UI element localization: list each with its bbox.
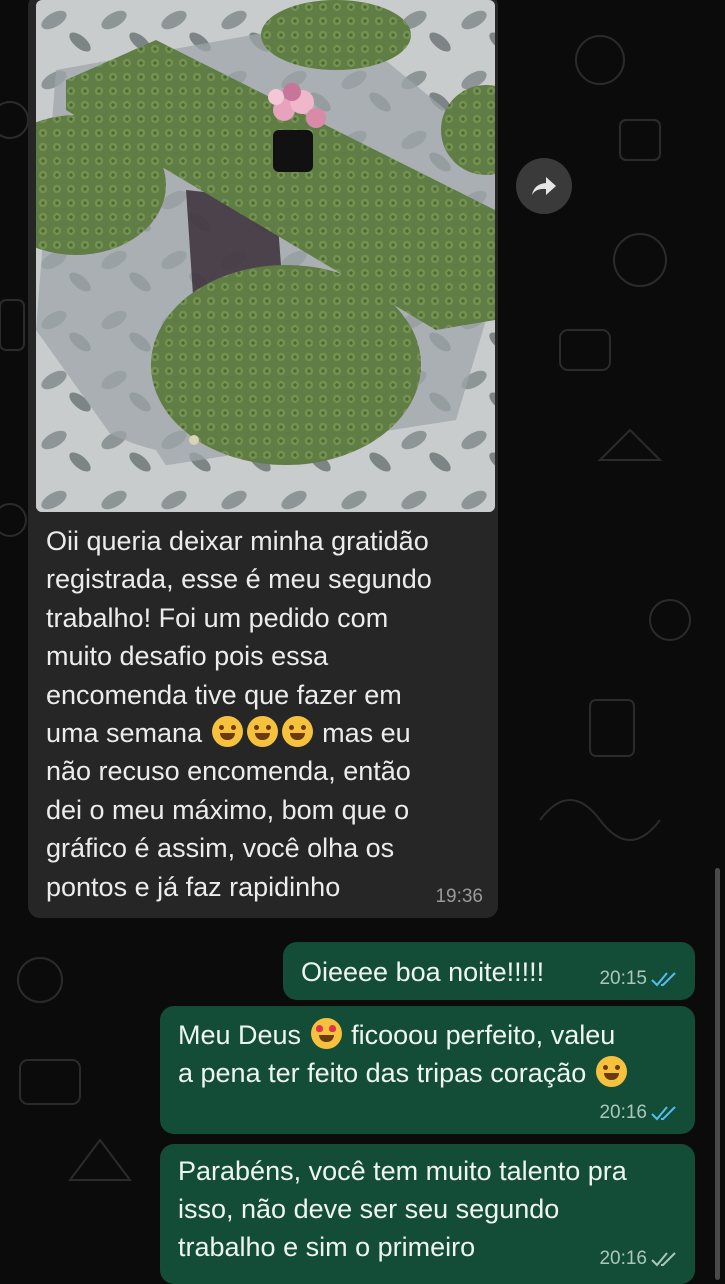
outgoing-message-bubble[interactable]: Meu Deus ficooou perfeito, valeu a pena … [160, 1006, 695, 1134]
msg-line: pontos e já faz rapidinho [46, 871, 341, 902]
text-part: a pena ter feito das tripas coração [178, 1058, 594, 1088]
forward-button[interactable] [516, 158, 572, 214]
msg-line: encomenda tive que fazer em [46, 679, 402, 710]
text-part: Meu Deus [178, 1020, 309, 1050]
msg-line: trabalho! Foi um pedido com [46, 602, 389, 633]
message-meta: 20:16 [599, 1248, 679, 1270]
incoming-message-text: Oii queria deixar minha gratidão registr… [46, 522, 482, 906]
msg-line: muito desafio pois essa [46, 641, 329, 672]
outgoing-message-bubble[interactable]: Parabéns, você tem muito talento pra iss… [160, 1144, 695, 1284]
msg-line: Oii queria deixar minha gratidão [46, 526, 429, 556]
outgoing-message-text: Meu Deus ficooou perfeito, valeu a pena … [178, 1016, 629, 1092]
outgoing-timestamp: 20:16 [599, 1102, 647, 1123]
msg-line: não recuso encomenda, então [46, 756, 411, 787]
joy-emoji [595, 1056, 627, 1087]
outgoing-message-bubble[interactable]: Oieeee boa noite!!!!! 20:15 [283, 942, 695, 1000]
message-meta: 20:16 [599, 1102, 679, 1124]
message-meta: 20:15 [599, 968, 679, 990]
outgoing-message-text: Oieeee boa noite!!!!! [301, 957, 545, 987]
sweat-smile-emoji [246, 716, 278, 748]
double-check-icon [651, 1252, 676, 1267]
forward-arrow-icon [532, 177, 556, 195]
double-check-icon [651, 1106, 676, 1121]
text-part: ficooou perfeito, valeu [343, 1020, 616, 1050]
heart-eyes-emoji [310, 1018, 342, 1049]
msg-line: registrada, esse é meu segundo [46, 564, 432, 595]
outgoing-timestamp: 20:16 [599, 1248, 647, 1269]
incoming-timestamp: 19:36 [435, 886, 483, 907]
joy-emoji [281, 716, 313, 748]
msg-line-part: mas eu [314, 718, 411, 749]
outgoing-timestamp: 20:15 [599, 968, 647, 989]
msg-line: gráfico é assim, você olha os [46, 833, 395, 864]
scrollbar[interactable] [715, 868, 720, 1280]
outgoing-message-text: Parabéns, você tem muito talento pra iss… [178, 1156, 627, 1262]
rofl-emoji [211, 716, 243, 748]
msg-line-part: uma semana [46, 718, 210, 749]
crochet-photo[interactable] [36, 0, 495, 512]
msg-line: dei o meu máximo, bom que o [46, 794, 410, 825]
double-check-icon [651, 972, 676, 987]
